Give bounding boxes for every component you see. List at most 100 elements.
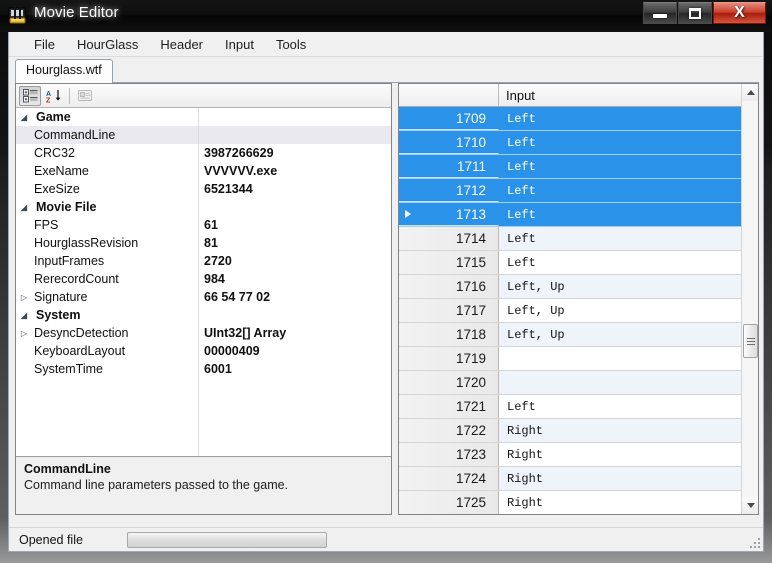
- row-header-cell[interactable]: 1718: [399, 323, 499, 346]
- expander-expanded-icon[interactable]: ◢: [16, 311, 32, 320]
- property-value[interactable]: 61: [198, 218, 391, 232]
- input-cell[interactable]: Left: [499, 107, 758, 130]
- property-value[interactable]: 6521344: [198, 182, 391, 196]
- property-row-keyboardlayout[interactable]: KeyboardLayout 00000409: [16, 342, 391, 360]
- row-header-cell[interactable]: 1715: [399, 251, 499, 274]
- property-grid-splitter[interactable]: [198, 108, 199, 456]
- property-value[interactable]: 66 54 77 02: [198, 290, 391, 304]
- property-row-exename[interactable]: ExeName VVVVVV.exe: [16, 162, 391, 180]
- row-header-cell[interactable]: 1713: [399, 203, 499, 226]
- input-cell[interactable]: Left: [499, 131, 758, 154]
- input-cell[interactable]: [499, 371, 758, 394]
- input-cell[interactable]: Left: [499, 395, 758, 418]
- table-row[interactable]: 1712 Left: [399, 179, 758, 203]
- expander-expanded-icon[interactable]: ◢: [16, 203, 32, 212]
- table-row[interactable]: 1723 Right: [399, 443, 758, 467]
- menu-item-input[interactable]: Input: [214, 33, 265, 56]
- property-row-commandline[interactable]: CommandLine: [16, 126, 391, 144]
- input-cell[interactable]: Left: [499, 179, 758, 202]
- input-cell[interactable]: Right: [499, 491, 758, 514]
- scroll-down-button[interactable]: [742, 497, 758, 514]
- table-row[interactable]: 1720: [399, 371, 758, 395]
- input-cell[interactable]: Left: [499, 227, 758, 250]
- property-value[interactable]: 00000409: [198, 344, 391, 358]
- menu-item-tools[interactable]: Tools: [265, 33, 317, 56]
- row-header-cell[interactable]: 1714: [399, 227, 499, 250]
- table-row[interactable]: 1722 Right: [399, 419, 758, 443]
- property-row-inputframes[interactable]: InputFrames 2720: [16, 252, 391, 270]
- property-value[interactable]: 81: [198, 236, 391, 250]
- row-header-cell[interactable]: 1725: [399, 491, 499, 514]
- row-number-column-header[interactable]: [399, 84, 499, 106]
- table-row[interactable]: 1717 Left, Up: [399, 299, 758, 323]
- maximize-button[interactable]: [678, 2, 712, 24]
- expander-expanded-icon[interactable]: ◢: [16, 113, 32, 122]
- categorized-view-button[interactable]: [19, 85, 41, 106]
- row-header-cell[interactable]: 1724: [399, 467, 499, 490]
- table-row[interactable]: 1721 Left: [399, 395, 758, 419]
- table-row[interactable]: 1724 Right: [399, 467, 758, 491]
- property-row-rerecordcount[interactable]: RerecordCount 984: [16, 270, 391, 288]
- property-row-signature[interactable]: ▷ Signature 66 54 77 02: [16, 288, 391, 306]
- row-header-cell[interactable]: 1716: [399, 275, 499, 298]
- row-header-cell[interactable]: 1720: [399, 371, 499, 394]
- input-cell[interactable]: Left, Up: [499, 275, 758, 298]
- input-cell[interactable]: Left, Up: [499, 299, 758, 322]
- table-row[interactable]: 1716 Left, Up: [399, 275, 758, 299]
- row-header-cell[interactable]: 1719: [399, 347, 499, 370]
- property-value[interactable]: VVVVVV.exe: [198, 164, 391, 178]
- property-value[interactable]: 3987266629: [198, 146, 391, 160]
- row-header-cell[interactable]: 1723: [399, 443, 499, 466]
- row-header-cell[interactable]: 1712: [399, 179, 499, 202]
- row-header-cell[interactable]: 1722: [399, 419, 499, 442]
- input-cell[interactable]: [499, 347, 758, 370]
- row-header-cell[interactable]: 1711: [399, 155, 499, 178]
- row-header-cell[interactable]: 1709: [399, 107, 499, 130]
- input-cell[interactable]: Left, Up: [499, 323, 758, 346]
- alphabetical-sort-button[interactable]: A Z: [43, 86, 65, 106]
- close-button[interactable]: X: [713, 2, 766, 24]
- scrollbar-thumb[interactable]: [743, 324, 758, 358]
- table-row[interactable]: 1709 Left: [399, 107, 758, 131]
- table-row[interactable]: 1713 Left: [399, 203, 758, 227]
- input-column-header[interactable]: Input: [499, 84, 758, 106]
- row-header-cell[interactable]: 1710: [399, 131, 499, 154]
- input-cell[interactable]: Right: [499, 467, 758, 490]
- property-category-movie-file[interactable]: ◢ Movie File: [16, 198, 391, 216]
- expander-collapsed-icon[interactable]: ▷: [16, 293, 32, 302]
- property-row-desyncdetection[interactable]: ▷ DesyncDetection UInt32[] Array: [16, 324, 391, 342]
- property-row-exesize[interactable]: ExeSize 6521344: [16, 180, 391, 198]
- property-value[interactable]: 2720: [198, 254, 391, 268]
- menu-item-file[interactable]: File: [23, 33, 66, 56]
- resize-grip-icon[interactable]: [750, 536, 762, 548]
- input-cell[interactable]: Right: [499, 419, 758, 442]
- table-row[interactable]: 1719: [399, 347, 758, 371]
- property-row-crc32[interactable]: CRC32 3987266629: [16, 144, 391, 162]
- tab-hourglass-wtf[interactable]: Hourglass.wtf: [15, 59, 113, 83]
- vertical-scrollbar[interactable]: [741, 84, 758, 514]
- input-cell[interactable]: Left: [499, 251, 758, 274]
- table-row[interactable]: 1718 Left, Up: [399, 323, 758, 347]
- input-cell[interactable]: Left: [499, 203, 758, 226]
- input-cell[interactable]: Left: [499, 155, 758, 178]
- menu-item-hourglass[interactable]: HourGlass: [66, 33, 149, 56]
- property-category-system[interactable]: ◢ System: [16, 306, 391, 324]
- table-row[interactable]: 1710 Left: [399, 131, 758, 155]
- table-row[interactable]: 1711 Left: [399, 155, 758, 179]
- property-value[interactable]: UInt32[] Array: [198, 326, 391, 340]
- row-header-cell[interactable]: 1721: [399, 395, 499, 418]
- minimize-button[interactable]: [643, 2, 677, 24]
- property-pages-button[interactable]: [74, 86, 96, 106]
- property-value[interactable]: 6001: [198, 362, 391, 376]
- property-category-game[interactable]: ◢ Game: [16, 108, 391, 126]
- property-row-hourglassrevision[interactable]: HourglassRevision 81: [16, 234, 391, 252]
- property-value[interactable]: 984: [198, 272, 391, 286]
- table-row[interactable]: 1725 Right: [399, 491, 758, 514]
- row-header-cell[interactable]: 1717: [399, 299, 499, 322]
- table-row[interactable]: 1714 Left: [399, 227, 758, 251]
- property-row-systemtime[interactable]: SystemTime 6001: [16, 360, 391, 378]
- expander-collapsed-icon[interactable]: ▷: [16, 329, 32, 338]
- input-cell[interactable]: Right: [499, 443, 758, 466]
- scroll-up-button[interactable]: [742, 84, 758, 101]
- title-bar[interactable]: Movie Editor X: [0, 0, 772, 32]
